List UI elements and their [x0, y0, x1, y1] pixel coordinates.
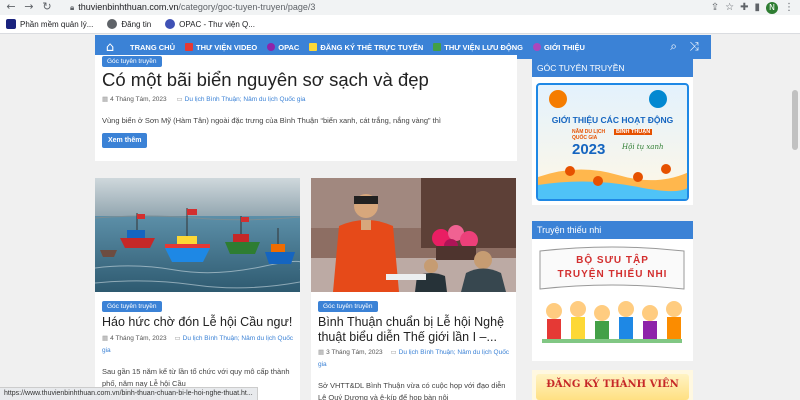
bookmark-star-icon[interactable]: ☆ [725, 2, 734, 13]
bookmark-item[interactable]: Đăng tin [107, 19, 151, 29]
info-icon [532, 43, 541, 51]
nav-label: THƯ VIỆN VIDEO [196, 42, 258, 52]
back-icon[interactable]: ← [4, 0, 18, 15]
bookmark-label: OPAC - Thư viện Q... [179, 19, 255, 29]
folder-icon: ▭ [176, 95, 183, 103]
calendar-icon: ▦ [318, 348, 325, 356]
calendar-icon: ▦ [102, 334, 109, 342]
sidebar-icon[interactable]: ▮ [754, 2, 760, 13]
post-categories[interactable]: Du lịch Bình Thuận; Nâm du lịch Quốc gia [185, 96, 306, 103]
boats-festival-image [95, 178, 300, 292]
bookmark-item[interactable]: Phần mềm quản lý... [6, 19, 93, 29]
post-excerpt: Vùng biển ở Sơn Mỹ (Hàm Tân) ngoài đặc t… [102, 116, 441, 125]
nav-item-thu-vien-video[interactable]: THƯ VIỆN VIDEO [185, 43, 257, 52]
banner-headline: GIỚI THIỆU CÁC HOẠT ĐỘNG [551, 115, 674, 125]
read-more-button[interactable]: Xem thêm [102, 133, 148, 148]
address-bar[interactable]: 🔒︎ thuvienbinhthuan.com.vn/category/goc-t… [70, 0, 315, 15]
video-icon [185, 43, 193, 51]
truck-icon [433, 43, 442, 51]
sidebar-widget-truyen-thieu-nhi: Truyện thiếu nhi BỘ SƯU TẬP TRUYỆN THIẾU… [532, 221, 693, 361]
category-tag[interactable]: Góc tuyên truyền [102, 56, 162, 67]
home-icon[interactable]: ⌂ [100, 40, 120, 55]
nav-label: OPAC [278, 42, 300, 52]
globe-icon [107, 19, 118, 29]
menu-icon[interactable]: ⋮ [784, 2, 794, 13]
kids-line2: TRUYỆN THIẾU NHI [557, 269, 668, 280]
nav-label: TRANG CHỦ [130, 42, 175, 52]
post-date[interactable]: 3 Tháng Tám, 2023 [326, 349, 383, 356]
category-tag[interactable]: Góc tuyên truyền [102, 301, 162, 312]
bookmark-favicon-icon [165, 19, 176, 29]
widget-title: GÓC TUYÊN TRUYỀN [532, 59, 693, 77]
nav-item-dang-ky-the[interactable]: ĐĂNG KÝ THẺ TRỰC TUYẾN [309, 43, 423, 52]
post-excerpt: Sở VHTT&DL Bình Thuận vừa có cuộc họp vớ… [318, 381, 506, 400]
bookmark-label: Phần mềm quản lý... [20, 19, 94, 29]
post-title[interactable]: Háo hức chờ đón Lễ hội Cầu ngư! [102, 315, 297, 330]
shuffle-icon[interactable]: ⤨ [689, 39, 699, 54]
bookmarks-bar: Phần mềm quản lý... Đăng tin OPAC - Thư … [0, 15, 800, 34]
post-title[interactable]: Có một bãi biển nguyên sơ sạch và đẹp [102, 69, 429, 91]
widget-title: Truyện thiếu nhi [532, 221, 693, 239]
post-thumbnail[interactable] [311, 178, 516, 292]
post-date[interactable]: 4 Tháng Tám, 2023 [110, 335, 167, 342]
post-thumbnail[interactable] [95, 178, 300, 292]
extensions-icon[interactable]: ✚ [740, 2, 748, 13]
nav-item-thu-vien-luu-dong[interactable]: THƯ VIỆN LƯU ĐỘNG [433, 43, 523, 52]
reload-icon[interactable]: ↻ [40, 0, 54, 15]
post-card: Góc tuyên truyền Bình Thuận chuẩn bị Lễ … [311, 178, 516, 400]
status-bar-link-preview: https://www.thuvienbinhthuan.com.vn/binh… [0, 387, 258, 400]
post-date[interactable]: 4 Tháng Tám, 2023 [110, 96, 167, 103]
bookmark-favicon-icon [6, 19, 16, 29]
search-icon[interactable]: ⌕ [670, 39, 677, 54]
bookmark-item[interactable]: OPAC - Thư viện Q... [165, 19, 255, 29]
category-tag[interactable]: Góc tuyên truyền [318, 301, 378, 312]
nav-label: THƯ VIỆN LƯU ĐỘNG [444, 42, 523, 52]
share-icon[interactable]: ⇪ [711, 2, 719, 13]
meeting-photo-image [311, 178, 516, 292]
web-page: ⌂ TRANG CHỦ THƯ VIỆN VIDEO OPAC ĐĂNG KÝ … [0, 35, 800, 400]
banner-year: 2023 [572, 141, 606, 158]
scrollbar-thumb[interactable] [792, 90, 798, 150]
url-host: thuvienbinhthuan.com.vn [78, 2, 179, 12]
sidebar-widget-dang-ky[interactable]: ĐĂNG KÝ THÀNH VIÊN [532, 370, 693, 400]
banner-graphic [538, 90, 687, 199]
banner-place: BÌNH THUẬN [614, 129, 653, 135]
folder-icon: ▭ [174, 334, 181, 342]
folder-icon: ▭ [390, 348, 397, 356]
banner-slogan: Hội tụ xanh [622, 143, 664, 151]
nav-label: GIỚI THIỆU [543, 42, 585, 52]
profile-avatar[interactable]: N [766, 1, 778, 14]
nav-item-opac[interactable]: OPAC [267, 43, 299, 52]
lock-icon: 🔒︎ [70, 3, 75, 12]
national-tourism-banner[interactable]: GIỚI THIỆU CÁC HOẠT ĐỘNG NĂM DU LỊCH QUỐ… [536, 83, 689, 201]
sidebar-widget-goc-tuyen-truyen: GÓC TUYÊN TRUYỀN GIỚI THIỆU CÁC HOẠT ĐỘN… [532, 59, 693, 205]
nav-label: ĐĂNG KÝ THẺ TRỰC TUYẾN [320, 42, 424, 52]
nav-item-trang-chu[interactable]: TRANG CHỦ [130, 43, 175, 52]
post-meta: ▦ 4 Tháng Tám, 2023 ▭ Du lịch Bình Thuận; … [102, 95, 306, 103]
page-scrollbar[interactable] [790, 35, 800, 400]
post-title[interactable]: Bình Thuận chuẩn bị Lễ hội Nghệ thuật bi… [318, 315, 513, 345]
kids-stories-banner[interactable]: BỘ SƯU TẬP TRUYỆN THIẾU NHI [532, 245, 693, 361]
url-path: /category/goc-tuyen-truyen/page/3 [178, 2, 316, 12]
register-member-banner: ĐĂNG KÝ THÀNH VIÊN [536, 374, 689, 400]
nav-item-gioi-thieu[interactable]: GIỚI THIỆU [532, 42, 585, 52]
forward-icon[interactable]: → [22, 0, 36, 15]
post-card: Góc tuyên truyền Háo hức chờ đón Lễ hội … [95, 178, 300, 400]
browser-toolbar: ← → ↻ 🔒︎ thuvienbinhthuan.com.vn/category… [0, 0, 800, 15]
opac-icon [267, 43, 276, 51]
featured-post: Góc tuyên truyền Có một bãi biển nguyên … [95, 55, 517, 161]
bookmark-label: Đăng tin [121, 19, 152, 29]
kids-line1: BỘ SƯU TẬP [576, 255, 649, 266]
post-meta: ▦ 3 Tháng Tám, 2023 ▭ Du lịch Bình Thuận; … [318, 346, 513, 371]
calendar-icon: ▦ [102, 95, 109, 103]
post-meta: ▦ 4 Tháng Tám, 2023 ▭ Du lịch Bình Thuận; … [102, 332, 297, 357]
card-icon [309, 43, 318, 51]
